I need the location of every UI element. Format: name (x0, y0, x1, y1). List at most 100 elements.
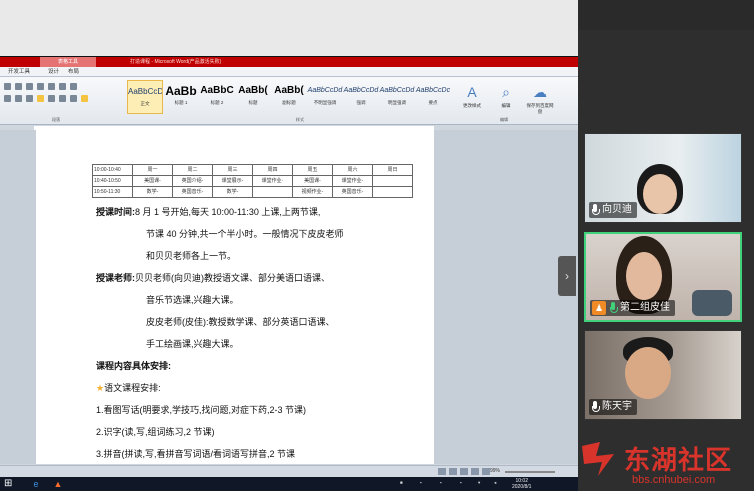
panel-header (578, 0, 754, 30)
table-cell[interactable]: 周二 (172, 164, 213, 176)
table-cell[interactable] (372, 175, 413, 187)
participant-tile-1[interactable]: 向贝迪 (584, 133, 742, 223)
chinese-title-text: 语文课程安排: (104, 383, 161, 393)
menu-layout[interactable]: 布局 (68, 67, 79, 77)
border-icon[interactable] (81, 95, 88, 102)
web-layout-icon[interactable] (460, 468, 468, 475)
table-cell[interactable]: 数学- (132, 186, 173, 198)
table-row: 10:40-10:50 美国课- 英国介绍- 课堂展示- 课堂作业· 美国课- 课堂作业- (92, 175, 413, 187)
table-cell[interactable]: 英国音乐- (172, 186, 213, 198)
collapse-panel-button[interactable]: › (558, 256, 576, 296)
style-item[interactable]: AaBbCcDc 要点 (415, 80, 451, 114)
style-item[interactable]: AaBb(副标题 (271, 80, 307, 114)
participant-tile-2[interactable]: ♟ 第二组皮佳 (584, 232, 742, 322)
draft-icon[interactable] (482, 468, 490, 475)
save-baidu-button[interactable]: ☁ 保存到百度网盘 (526, 81, 554, 115)
tray-icon-1[interactable]: ■ (400, 480, 403, 485)
teacher-line-2: 音乐节选课,兴趣大课。 (146, 295, 239, 305)
app-icon[interactable]: ▲ (50, 478, 66, 490)
video-face (643, 174, 677, 214)
style-item[interactable]: AaBbCcDd 强调 (343, 80, 379, 114)
full-screen-icon[interactable] (449, 468, 457, 475)
align-center-icon[interactable] (15, 95, 22, 102)
network-icon[interactable]: ▾ (478, 480, 480, 486)
distribute-icon[interactable] (48, 95, 55, 102)
multilevel-icon[interactable] (26, 83, 33, 90)
table-cell[interactable]: 周日 (372, 164, 413, 176)
item-1: 1.看图写话(明要求,学技巧,找问题,对症下药,2-3 节课) (96, 405, 307, 415)
table-cell[interactable]: 10:50-11:30 (92, 186, 133, 198)
change-styles-button[interactable]: A 更改样式 (458, 81, 486, 115)
align-right-icon[interactable] (26, 95, 33, 102)
item-3: 3.拼音(拼读,写,看拼音写词语/看词语写拼音,2 节课 (96, 449, 296, 459)
bullets-icon[interactable] (4, 83, 11, 90)
menu-developer[interactable]: 开发工具 (8, 67, 30, 77)
clock[interactable]: 10:02 2020/8/1 (512, 478, 531, 490)
numbering-icon[interactable] (15, 83, 22, 90)
style-item[interactable]: AaBb 标题 1 (163, 80, 199, 114)
align-left-icon[interactable] (4, 95, 11, 102)
shading-icon[interactable] (70, 95, 77, 102)
style-item[interactable]: AaBbCcDd 明显强调 (379, 80, 415, 114)
table-cell[interactable]: 英国介绍- (172, 175, 213, 187)
outline-icon[interactable] (471, 468, 479, 475)
ribbon-group-labels: 段落 样式 编辑 (0, 117, 578, 124)
table-cell[interactable]: 数学- (212, 186, 253, 198)
table-cell[interactable] (252, 186, 293, 198)
microphone-icon[interactable] (591, 401, 600, 413)
tray-icon-4[interactable]: ▪ (460, 480, 462, 485)
table-row: 10:50-11:30 数学- 英国音乐- 数学- 视频作业- 英国音乐- (92, 186, 413, 198)
table-cell[interactable]: 周四 (252, 164, 293, 176)
change-styles-icon: A (467, 84, 477, 100)
tray-icon-2[interactable]: ▪ (420, 480, 422, 485)
table-cell[interactable]: 10:00-10:40 (92, 164, 133, 176)
table-cell[interactable]: 10:40-10:50 (92, 175, 133, 187)
sort-icon[interactable] (59, 83, 66, 90)
table-cell[interactable] (372, 186, 413, 198)
table-cell[interactable]: 视频作业- (292, 186, 333, 198)
zoom-slider[interactable] (505, 471, 555, 473)
participant-tile-3[interactable]: 陈天宇 (584, 330, 742, 420)
save-baidu-label: 保存到百度网盘 (526, 103, 554, 114)
table-cell[interactable]: 周五 (292, 164, 333, 176)
edge-icon[interactable]: e (28, 478, 44, 490)
decrease-indent-icon[interactable] (37, 83, 44, 90)
volume-icon[interactable]: ◂ (494, 480, 496, 486)
style-item[interactable]: AaBbCcDd 正文 (127, 80, 163, 114)
document-page[interactable]: 10:00-10:40 周一 周二 周三 周四 周五 周六 周日 10:40-10:50 美国课-… (36, 130, 434, 464)
show-marks-icon[interactable] (70, 83, 77, 90)
menu-design[interactable]: 设计 (48, 67, 59, 77)
zoom-level[interactable]: 99% (490, 468, 500, 474)
table-cell[interactable]: 美国课- (132, 175, 173, 187)
table-cell[interactable]: 美国课- (292, 175, 333, 187)
style-name: 标题 1 (174, 100, 188, 105)
windows-start-icon[interactable]: ⊞ (4, 479, 14, 489)
group-label-paragraph: 段落 (52, 117, 60, 122)
time-label: 授课时间: (96, 207, 135, 217)
table-cell[interactable]: 课堂展示- (212, 175, 253, 187)
style-sample: AaBbCcDd (343, 87, 379, 94)
style-item[interactable]: AaBb(标题 (235, 80, 271, 114)
tray-icon-3[interactable]: ▪ (440, 480, 442, 485)
taskbar: ⊞ e ▲ ■ ▪ ▪ ▪ ▾ ◂ 10:02 2020/8/1 (0, 477, 578, 491)
justify-icon[interactable] (37, 95, 44, 102)
style-item[interactable]: AaBbC 标题 2 (199, 80, 235, 114)
table-cell[interactable]: 课堂作业- (332, 175, 373, 187)
table-cell[interactable]: 周三 (212, 164, 253, 176)
style-item[interactable]: AaBbCcDd 不明显强调 (307, 80, 343, 114)
edit-button[interactable]: ⌕ 编辑 (492, 81, 520, 115)
table-cell[interactable]: 周一 (132, 164, 173, 176)
print-layout-icon[interactable] (438, 468, 446, 475)
table-cell[interactable]: 周六 (332, 164, 373, 176)
table-tools-tab[interactable]: 表格工具 (40, 57, 96, 67)
table-cell[interactable]: 课堂作业· (252, 175, 293, 187)
style-name: 要点 (428, 100, 438, 105)
microphone-active-icon[interactable] (609, 302, 618, 314)
microphone-icon[interactable] (591, 204, 600, 216)
watermark-url: bbs.cnhubei.com (632, 474, 716, 486)
line-spacing-icon[interactable] (59, 95, 66, 102)
style-sample: AaBbCcDd (307, 87, 343, 94)
increase-indent-icon[interactable] (48, 83, 55, 90)
table-cell[interactable]: 英国音乐- (332, 186, 373, 198)
style-sample: AaBbC (200, 85, 234, 96)
